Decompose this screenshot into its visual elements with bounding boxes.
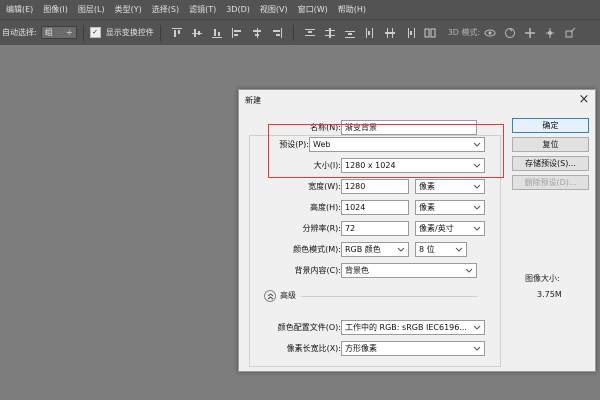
menu-filter[interactable]: 滤镜(T) [183, 4, 216, 15]
options-bar: 自动选择: 组 ÷ ✓ 显示变换控件 3D 模式: [0, 19, 600, 45]
close-icon[interactable]: × [576, 92, 592, 108]
align-left-icon[interactable] [231, 27, 243, 39]
ok-button[interactable]: 确定 [512, 118, 589, 133]
color-profile-dropdown[interactable]: 工作中的 RGB: sRGB IEC6196... [341, 320, 485, 335]
chevron-down-icon [473, 204, 481, 211]
pixel-aspect-value: 方形像素 [345, 344, 377, 353]
color-profile-value: 工作中的 RGB: sRGB IEC6196... [345, 323, 467, 332]
menu-bar: 编辑(E) 图像(I) 图层(L) 类型(Y) 选择(S) 滤镜(T) 3D(D… [0, 0, 600, 19]
new-document-dialog: 新建 × 名称(N): 渐变背景 预设(P): Web 大小(I): 1280 … [238, 89, 596, 372]
auto-align-icon[interactable] [424, 27, 436, 39]
image-size-label: 图像大小: [525, 274, 560, 283]
chevron-down-icon [465, 267, 473, 274]
pixel-aspect-dropdown[interactable]: 方形像素 [341, 341, 485, 356]
distribute-bottom-icon[interactable] [344, 27, 356, 39]
name-label: 名称(N): [310, 123, 341, 132]
menu-window[interactable]: 窗口(W) [292, 4, 328, 15]
color-mode-label: 颜色模式(M): [293, 245, 341, 254]
distribute-right-icon[interactable] [404, 27, 416, 39]
chevron-down-icon [473, 345, 481, 352]
preset-dropdown[interactable]: Web [309, 137, 485, 152]
bit-depth-dropdown[interactable]: 8 位 [415, 242, 467, 257]
align-right-icon[interactable] [271, 27, 283, 39]
menu-view[interactable]: 视图(V) [254, 4, 288, 15]
distribute-vcenter-icon[interactable] [324, 27, 336, 39]
show-transform-checkbox[interactable]: ✓ [89, 27, 101, 38]
height-label: 高度(H): [310, 203, 341, 212]
height-input[interactable]: 1024 [341, 200, 409, 215]
resolution-unit: 像素/英寸 [419, 224, 454, 233]
scale-3d-icon[interactable] [564, 27, 576, 39]
width-unit: 像素 [419, 182, 435, 191]
3d-mode-label: 3D 模式: [447, 28, 481, 37]
color-mode-dropdown[interactable]: RGB 颜色 [341, 242, 409, 257]
slide-3d-icon[interactable] [544, 27, 556, 39]
menu-type[interactable]: 类型(Y) [109, 4, 142, 15]
image-size-value: 3.75M [537, 290, 562, 299]
size-dropdown[interactable]: 1280 x 1024 [341, 158, 485, 173]
orbit-3d-icon[interactable] [484, 27, 496, 39]
menu-edit[interactable]: 编辑(E) [0, 4, 33, 15]
chevron-down-icon [473, 183, 481, 190]
resolution-unit-dropdown[interactable]: 像素/英寸 [415, 221, 485, 236]
chevron-down-icon [473, 141, 481, 148]
menu-layer[interactable]: 图层(L) [72, 4, 105, 15]
stepper-icon: ÷ [66, 28, 73, 37]
background-value: 背景色 [345, 266, 369, 275]
align-hcenter-icon[interactable] [251, 27, 263, 39]
show-transform-label: 显示变换控件 [105, 28, 154, 37]
chevron-down-icon [473, 324, 481, 331]
distribute-hcenter-icon[interactable] [384, 27, 396, 39]
delete-preset-button: 删除预设(D)... [512, 175, 589, 190]
menu-select[interactable]: 选择(S) [146, 4, 179, 15]
chevron-down-icon [397, 246, 405, 253]
align-bottom-icon[interactable] [211, 27, 223, 39]
auto-select-value: 组 [44, 28, 53, 37]
pixel-aspect-label: 像素长宽比(X): [286, 344, 341, 353]
toolbar-divider [292, 24, 294, 41]
advanced-label: 高级 [280, 291, 296, 300]
bit-depth-value: 8 位 [419, 245, 435, 254]
distribute-left-icon[interactable] [364, 27, 376, 39]
chevron-down-icon [473, 225, 481, 232]
menu-help[interactable]: 帮助(H) [332, 4, 366, 15]
chevron-down-icon [455, 246, 463, 253]
color-mode-value: RGB 颜色 [345, 245, 381, 254]
dialog-title: 新建 [245, 96, 261, 105]
background-dropdown[interactable]: 背景色 [341, 263, 477, 278]
chevron-down-icon [473, 162, 481, 169]
width-label: 宽度(W): [308, 182, 341, 191]
roll-3d-icon[interactable] [504, 27, 516, 39]
pan-3d-icon[interactable] [524, 27, 536, 39]
preset-label: 预设(P): [279, 140, 309, 149]
size-value: 1280 x 1024 [345, 161, 396, 170]
resolution-label: 分辨率(R): [302, 224, 342, 233]
preset-value: Web [313, 140, 331, 149]
align-vcenter-icon[interactable] [191, 27, 203, 39]
color-profile-label: 颜色配置文件(O): [277, 323, 341, 332]
toolbar-divider [159, 24, 161, 41]
save-preset-button[interactable]: 存储预设(S)... [512, 156, 589, 171]
distribute-top-icon[interactable] [304, 27, 316, 39]
advanced-divider [301, 296, 477, 297]
resolution-input[interactable]: 72 [341, 221, 409, 236]
height-unit: 像素 [419, 203, 435, 212]
advanced-toggle[interactable]: 高级 [264, 290, 296, 302]
size-label: 大小(I): [313, 161, 341, 170]
reset-button[interactable]: 复位 [512, 137, 589, 152]
auto-select-label: 自动选择: [2, 28, 37, 37]
height-unit-dropdown[interactable]: 像素 [415, 200, 485, 215]
chevron-up-icon [264, 290, 276, 302]
name-input[interactable]: 渐变背景 [341, 120, 477, 135]
menu-image[interactable]: 图像(I) [37, 4, 68, 15]
width-input[interactable]: 1280 [341, 179, 409, 194]
background-label: 背景内容(C): [294, 266, 341, 275]
width-unit-dropdown[interactable]: 像素 [415, 179, 485, 194]
auto-select-dropdown[interactable]: 组 ÷ [40, 26, 77, 39]
toolbar-divider [82, 24, 84, 41]
align-top-icon[interactable] [171, 27, 183, 39]
menu-3d[interactable]: 3D(D) [220, 5, 250, 14]
